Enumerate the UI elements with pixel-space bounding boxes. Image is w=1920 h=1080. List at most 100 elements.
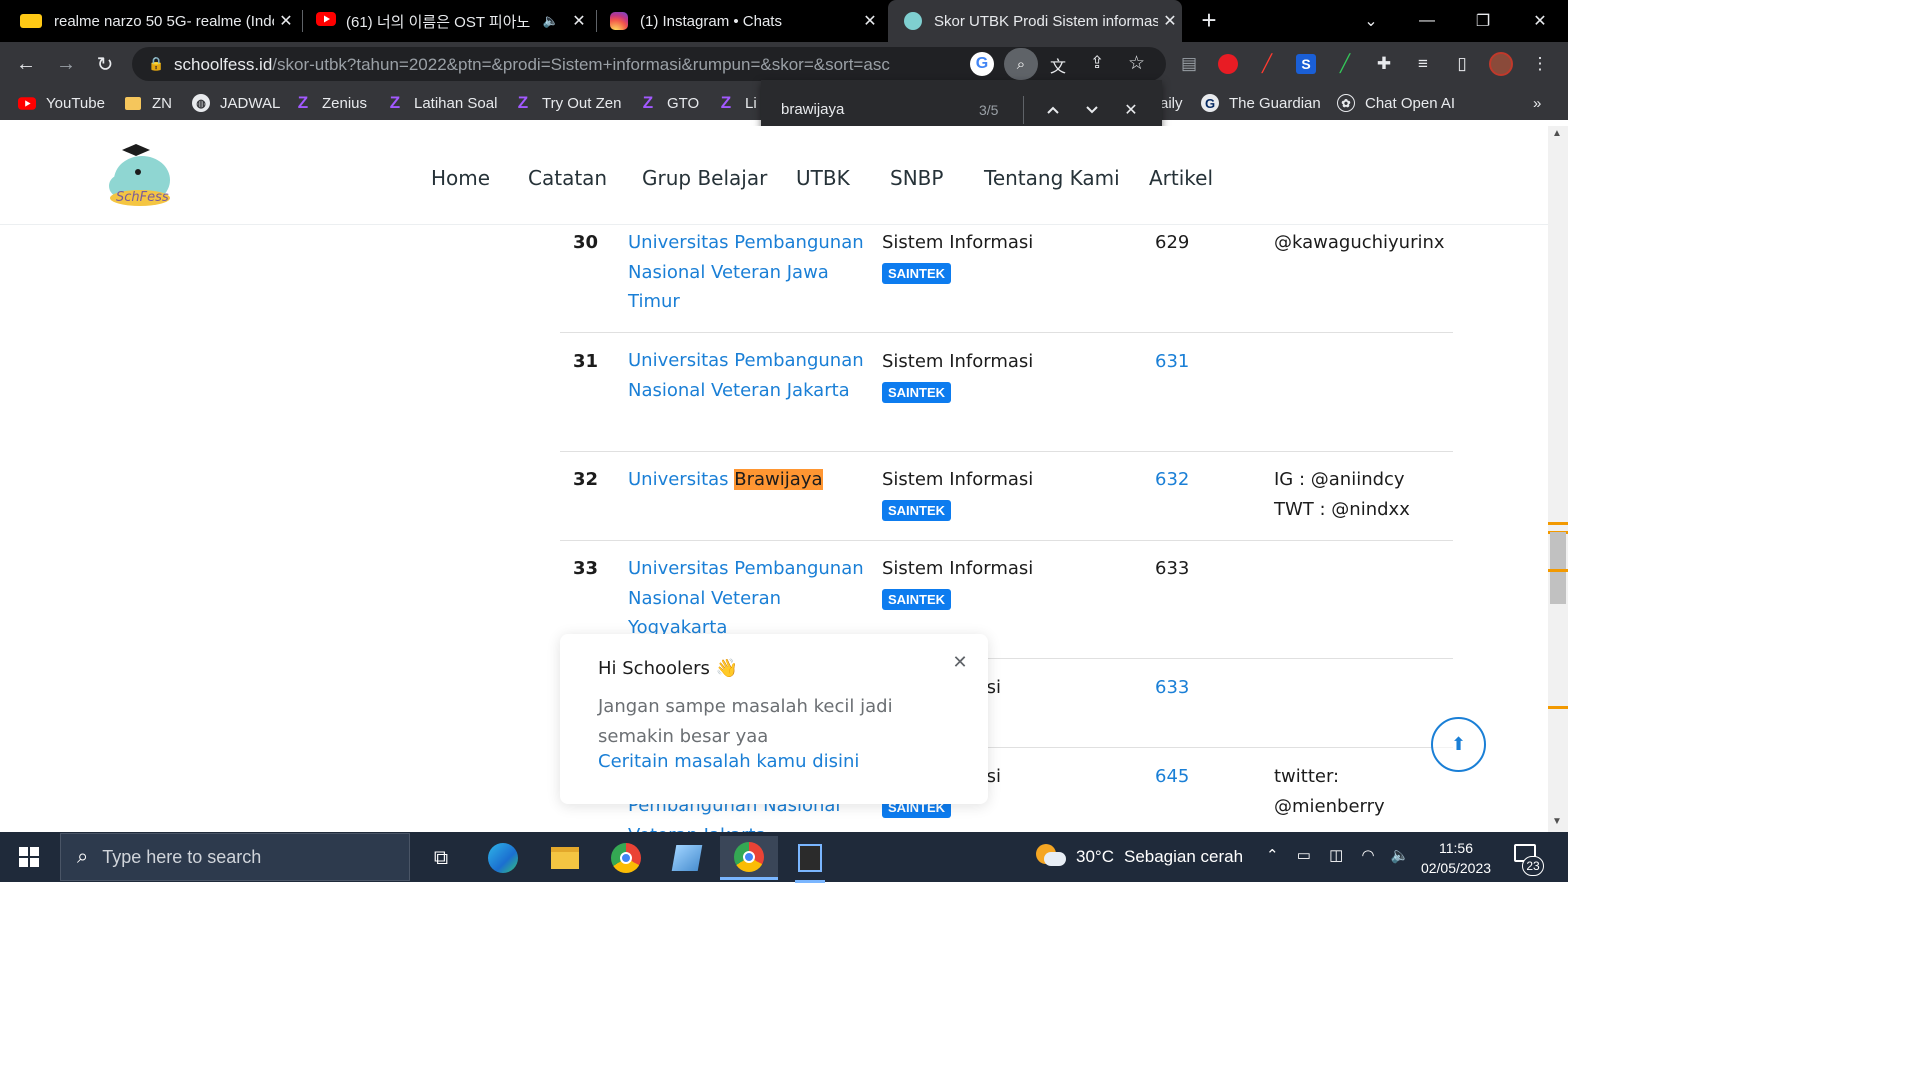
battery-icon[interactable]: ▭ <box>1297 847 1311 864</box>
bookmark-daily[interactable]: aily <box>1160 93 1183 113</box>
score-link[interactable]: 645 <box>1155 766 1189 787</box>
taskbar-file-explorer[interactable] <box>536 836 594 880</box>
bookmark-zenius[interactable]: Z Zenius <box>294 93 367 113</box>
schoolfess-logo[interactable]: SchFess <box>102 140 174 212</box>
address-bar[interactable]: 🔒 schoolfess.id/skor-utbk?tahun=2022&ptn… <box>132 47 1166 81</box>
calculator-icon <box>798 844 822 872</box>
tab-realme[interactable]: realme narzo 50 5G- realme (Indo ✕ <box>20 0 298 42</box>
nav-home[interactable]: Home <box>431 166 490 190</box>
scroll-down-arrow-icon[interactable]: ▼ <box>1552 816 1562 827</box>
notification-center-button[interactable]: 23 <box>1512 844 1544 876</box>
back-button[interactable]: ← <box>10 48 42 80</box>
bookmark-try-out-zen[interactable]: Z Try Out Zen <box>514 93 622 113</box>
extension-reader-icon[interactable]: ▤ <box>1177 52 1201 76</box>
close-icon[interactable]: ✕ <box>274 11 298 31</box>
score-link[interactable]: 632 <box>1155 469 1189 490</box>
close-icon[interactable]: ✕ <box>567 11 591 31</box>
youtube-icon <box>316 12 336 30</box>
scroll-to-top-button[interactable]: ⬆ <box>1431 717 1486 772</box>
weather-widget[interactable]: 30°C Sebagian cerah <box>1036 840 1243 874</box>
taskbar-search-box[interactable]: ⌕ Type here to search <box>60 833 410 881</box>
bookmark-chat-open-ai[interactable]: ✿ Chat Open AI <box>1337 93 1455 113</box>
university-link[interactable]: Universitas Pembangunan Nasional Veteran… <box>628 228 868 317</box>
bookmark-the-guardian[interactable]: G The Guardian <box>1201 93 1321 113</box>
bookmark-jadwal[interactable]: ◍ JADWAL <box>192 93 280 113</box>
translate-icon[interactable]: 文 <box>1050 53 1066 77</box>
nav-tentang-kami[interactable]: Tentang Kami <box>984 166 1120 190</box>
side-panel-icon[interactable]: ▯ <box>1450 52 1474 76</box>
instagram-icon <box>610 12 628 30</box>
url-host: schoolfess.id <box>174 55 273 74</box>
taskbar-clock[interactable]: 11:56 02/05/2023 <box>1410 838 1502 878</box>
adblock-icon[interactable] <box>1216 52 1240 76</box>
menu-kebab-icon[interactable]: ⋮ <box>1528 52 1552 76</box>
page-scrollbar[interactable]: ▲ ▼ <box>1548 126 1568 832</box>
tab-schoolfess[interactable]: Skor UTBK Prodi Sistem informasi ✕ <box>888 0 1182 42</box>
scrollbar-thumb[interactable] <box>1550 532 1566 604</box>
lock-icon[interactable]: 🔒 <box>148 56 164 72</box>
minimize-button[interactable]: — <box>1399 0 1455 42</box>
restore-button[interactable]: ❐ <box>1455 0 1511 42</box>
bookmark-youtube[interactable]: YouTube <box>18 93 105 113</box>
tab-search-icon[interactable]: ⌄ <box>1343 0 1399 42</box>
taskbar-chrome-profile[interactable] <box>720 836 778 880</box>
volume-icon[interactable]: 🔈 <box>1391 847 1410 864</box>
close-icon[interactable]: ✕ <box>858 11 882 31</box>
bookmark-gto[interactable]: Z GTO <box>639 93 699 113</box>
forward-button[interactable]: → <box>50 48 82 80</box>
nav-grup-belajar[interactable]: Grup Belajar <box>642 166 767 190</box>
scroll-up-arrow-icon[interactable]: ▲ <box>1552 128 1562 139</box>
tab-title: (1) Instagram • Chats <box>640 12 782 30</box>
meet-now-icon[interactable]: ◫ <box>1329 847 1343 864</box>
s-extension-icon[interactable]: S <box>1294 52 1318 76</box>
chevron-down-icon <box>1086 106 1098 114</box>
extensions-puzzle-icon[interactable]: ✚ <box>1372 52 1396 76</box>
bookmark-zn[interactable]: ZN <box>124 93 172 113</box>
windows-logo-icon <box>19 847 39 867</box>
new-tab-button[interactable]: + <box>1196 7 1222 34</box>
bookmark-latihan-soal[interactable]: Z Latihan Soal <box>386 93 498 113</box>
find-input[interactable]: brawijaya <box>781 101 844 118</box>
profile-avatar[interactable] <box>1489 52 1513 76</box>
media-control-icon[interactable]: ≡ <box>1411 52 1435 76</box>
university-link[interactable]: Universitas Brawijaya <box>628 465 868 495</box>
taskbar-chrome[interactable] <box>597 836 655 880</box>
taskbar-edge[interactable] <box>474 836 532 880</box>
university-link[interactable]: Universitas Pembangunan Nasional Veteran… <box>628 554 868 643</box>
taskbar-calculator[interactable] <box>781 836 839 883</box>
globe-icon: ◍ <box>192 94 210 112</box>
score-link[interactable]: 631 <box>1155 351 1189 372</box>
bookmark-star-icon[interactable]: ☆ <box>1128 52 1145 75</box>
url-path: /skor-utbk?tahun=2022&ptn=&prodi=Sistem+… <box>272 55 890 74</box>
find-close-button[interactable]: ✕ <box>1119 98 1143 122</box>
close-window-button[interactable]: ✕ <box>1512 0 1568 42</box>
bookmark-li[interactable]: Z Li <box>717 93 757 113</box>
nav-snbp[interactable]: SNBP <box>890 166 943 190</box>
find-in-page-icon[interactable]: ⌕ <box>1004 48 1038 80</box>
reload-button[interactable]: ↻ <box>89 48 121 80</box>
popup-cta-link[interactable]: Ceritain masalah kamu disini <box>598 751 859 772</box>
close-icon[interactable]: ✕ <box>950 652 970 672</box>
nav-artikel[interactable]: Artikel <box>1149 166 1213 190</box>
university-link[interactable]: Universitas Pembangunan Nasional Veteran… <box>628 346 868 405</box>
find-next-button[interactable] <box>1080 98 1104 122</box>
speaker-icon[interactable]: 🔈 <box>543 13 559 29</box>
pen-red-icon[interactable]: ╱ <box>1255 52 1279 76</box>
tray-overflow-chevron-icon[interactable]: ⌃ <box>1266 847 1279 864</box>
google-lens-icon[interactable]: G <box>970 52 994 76</box>
wifi-icon[interactable]: ◠ <box>1361 847 1374 864</box>
taskbar-notes-app[interactable] <box>658 836 716 880</box>
highlighter-icon[interactable]: ╱ <box>1333 52 1357 76</box>
tab-instagram[interactable]: (1) Instagram • Chats ✕ <box>610 0 882 42</box>
share-icon[interactable]: ⇪ <box>1090 53 1104 73</box>
score-link[interactable]: 633 <box>1155 677 1189 698</box>
tab-youtube[interactable]: (61) 너의 이름은 OST 피아노 🔈 ✕ <box>316 0 591 42</box>
tab-title: Skor UTBK Prodi Sistem informasi <box>934 12 1158 30</box>
find-previous-button[interactable] <box>1041 98 1065 122</box>
close-icon[interactable]: ✕ <box>1158 11 1182 31</box>
bookmarks-overflow-button[interactable]: » <box>1533 93 1541 113</box>
nav-catatan[interactable]: Catatan <box>528 166 607 190</box>
start-button[interactable] <box>0 832 58 882</box>
task-view-button[interactable]: ⧉ <box>412 836 470 880</box>
nav-utbk[interactable]: UTBK <box>796 166 850 190</box>
